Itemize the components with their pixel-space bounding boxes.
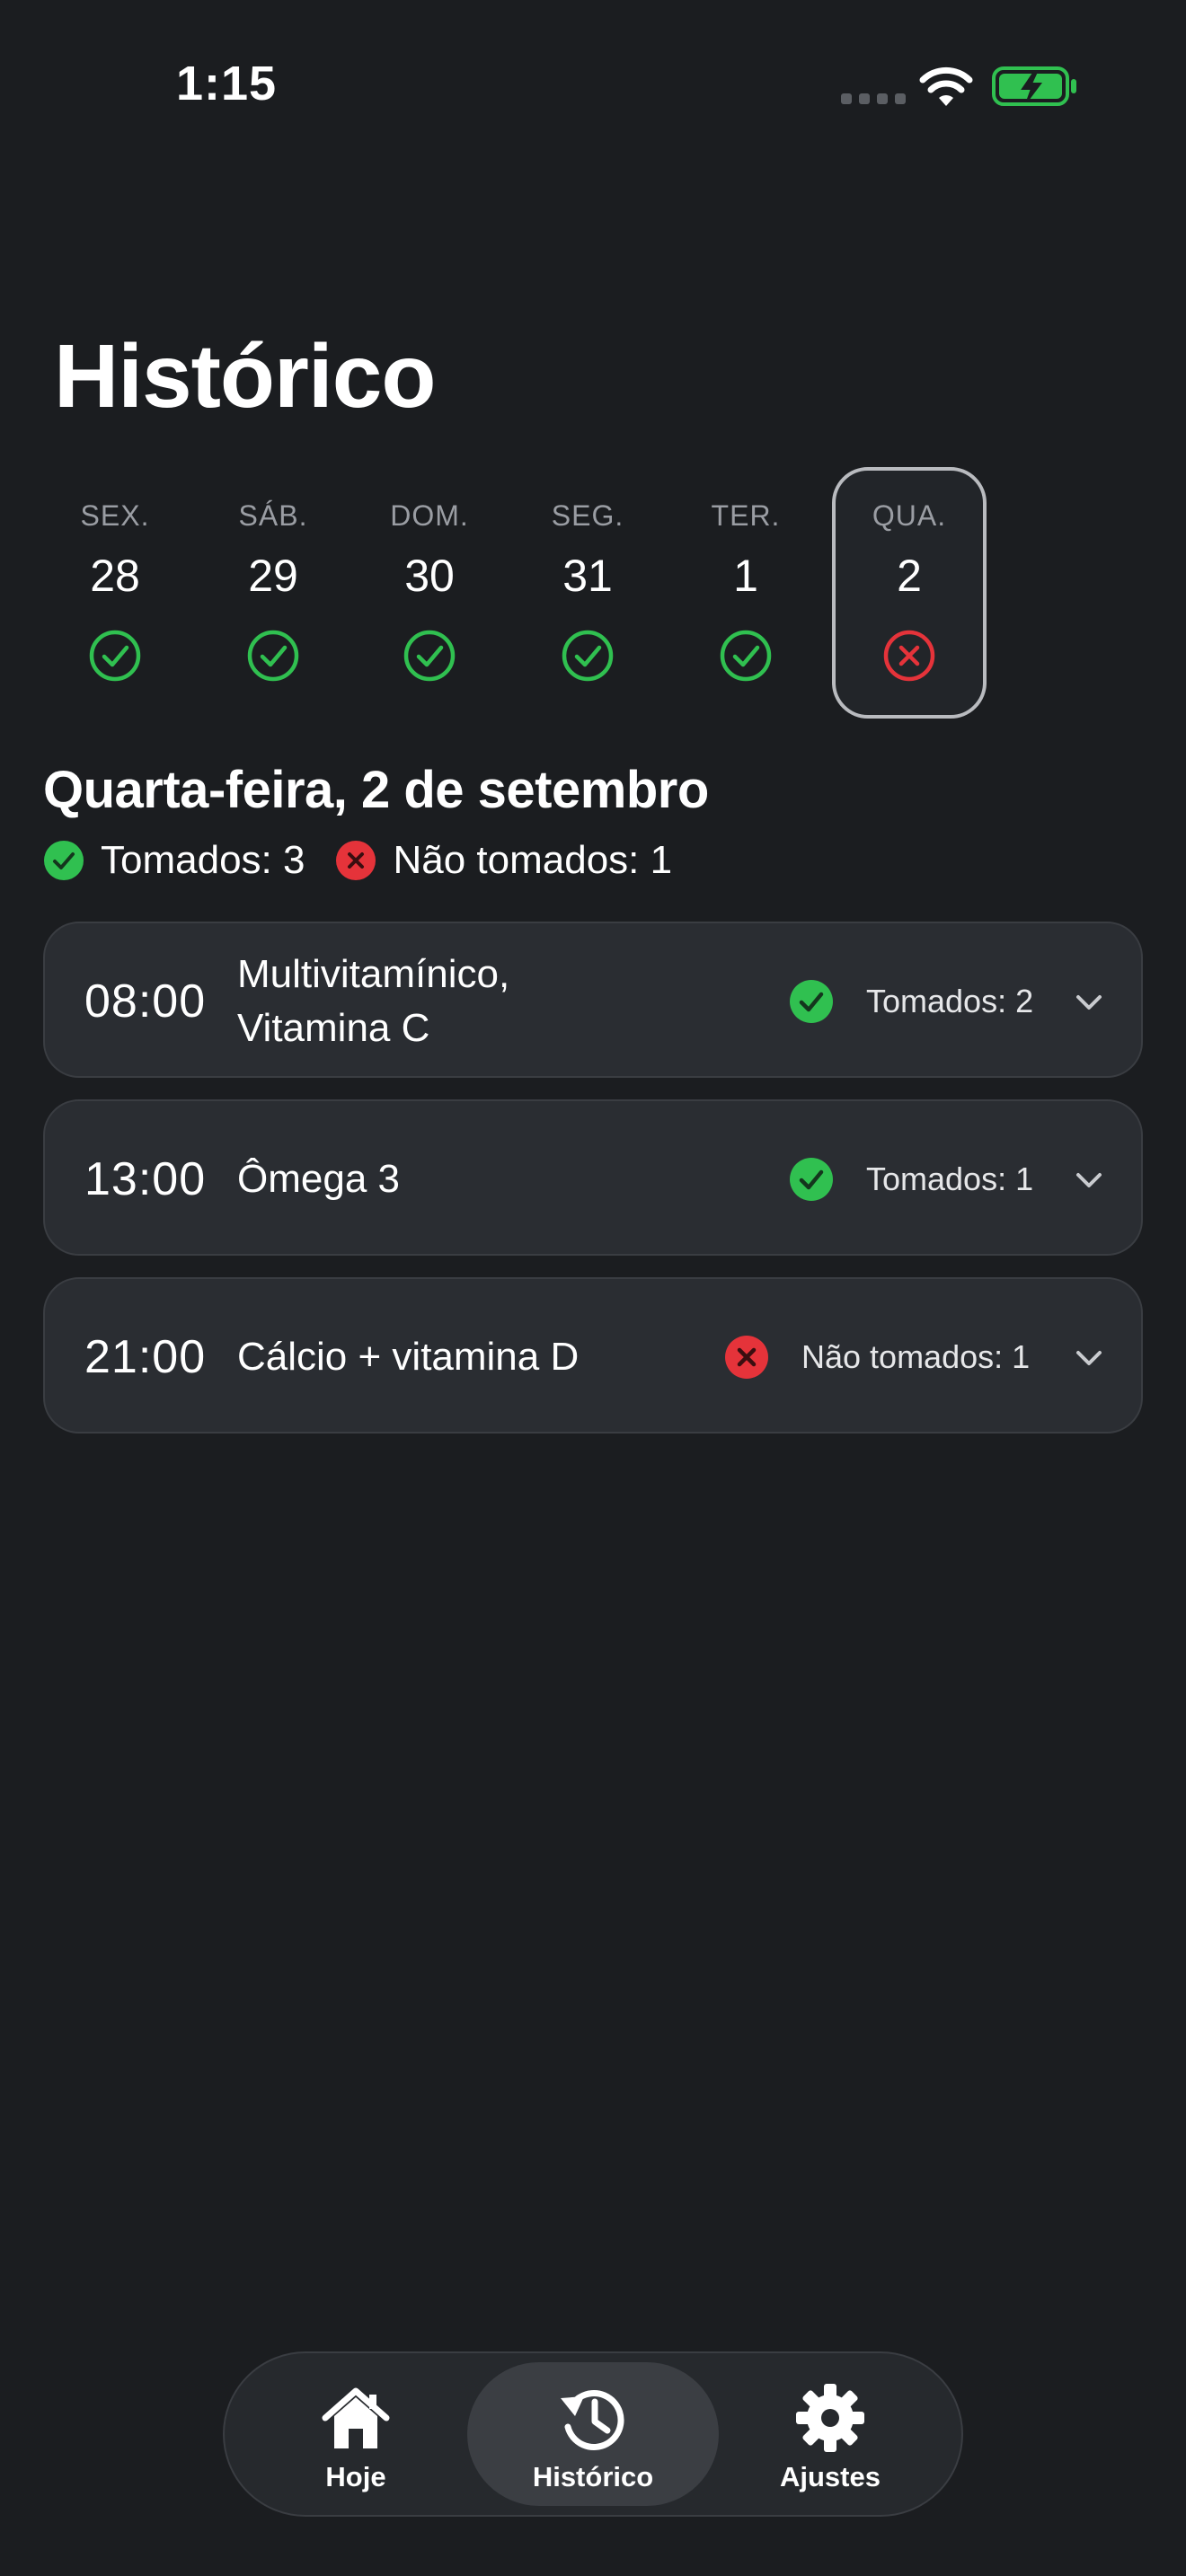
day-sat-29[interactable]: SÁB. 29 bbox=[196, 467, 350, 719]
day-number: 29 bbox=[248, 551, 298, 601]
check-circle-icon bbox=[247, 630, 299, 682]
page-title: Histórico bbox=[54, 326, 436, 427]
history-icon bbox=[561, 2390, 624, 2450]
day-number: 28 bbox=[90, 551, 140, 601]
dose-medications: Cálcio + vitamina D bbox=[237, 1335, 580, 1379]
chevron-down-icon[interactable] bbox=[1073, 1342, 1105, 1374]
check-filled-icon bbox=[790, 1158, 833, 1201]
tab-hoje[interactable]: Hoje bbox=[230, 2362, 482, 2506]
dose-time: 21:00 bbox=[84, 1331, 207, 1383]
dose-card-1300[interactable]: 13:00 Ômega 3 Tomados: 1 bbox=[43, 1099, 1143, 1256]
dose-time: 08:00 bbox=[84, 975, 207, 1028]
gear-icon bbox=[796, 2384, 864, 2452]
check-filled-icon bbox=[790, 980, 833, 1023]
day-name: DOM. bbox=[390, 499, 469, 532]
x-filled-icon bbox=[725, 1336, 768, 1379]
day-number: 1 bbox=[733, 551, 758, 601]
tab-label: Ajustes bbox=[780, 2461, 881, 2492]
dose-card-2100[interactable]: 21:00 Cálcio + vitamina D Não tomados: 1 bbox=[43, 1277, 1143, 1434]
check-filled-icon bbox=[44, 841, 84, 880]
day-fri-28[interactable]: SEX. 28 bbox=[38, 467, 192, 719]
day-wed-2-selected[interactable]: QUA. 2 bbox=[832, 467, 987, 719]
day-name: SEG. bbox=[551, 499, 624, 532]
dose-status-label: Tomados: 2 bbox=[866, 983, 1034, 1019]
day-summary: Tomados: 3 Não tomados: 1 bbox=[43, 834, 703, 887]
day-sun-30[interactable]: DOM. 30 bbox=[352, 467, 507, 719]
dose-time: 13:00 bbox=[84, 1153, 207, 1205]
tab-label: Histórico bbox=[532, 2461, 654, 2492]
check-circle-icon bbox=[562, 630, 614, 682]
tab-label: Hoje bbox=[325, 2461, 386, 2492]
week-strip: SEX. 28 SÁB. 29 DOM. 30 SEG. 31 TER. 1 Q… bbox=[38, 467, 1026, 719]
tab-ajustes[interactable]: Ajustes bbox=[704, 2362, 956, 2506]
day-name: SEX. bbox=[80, 499, 150, 532]
taken-count: Tomados: 3 bbox=[101, 838, 305, 882]
day-name: TER. bbox=[711, 499, 781, 532]
check-circle-icon bbox=[403, 630, 456, 682]
x-circle-icon bbox=[883, 630, 935, 682]
chevron-down-icon[interactable] bbox=[1073, 1164, 1105, 1196]
day-number: 30 bbox=[404, 551, 455, 601]
day-name: QUA. bbox=[872, 499, 947, 532]
home-icon bbox=[322, 2387, 390, 2448]
day-mon-31[interactable]: SEG. 31 bbox=[510, 467, 665, 719]
chevron-down-icon[interactable] bbox=[1073, 986, 1105, 1019]
check-circle-icon bbox=[720, 630, 772, 682]
taken-summary: Tomados: 3 bbox=[43, 838, 305, 883]
wifi-icon bbox=[919, 66, 973, 106]
status-time: 1:15 bbox=[176, 57, 278, 110]
day-number: 2 bbox=[897, 551, 922, 601]
dose-medications: Multivitamínico, Vitamina C bbox=[237, 952, 510, 1050]
cellular-signal-icon bbox=[841, 93, 906, 104]
dose-card-0800[interactable]: 08:00 Multivitamínico, Vitamina C Tomado… bbox=[43, 922, 1143, 1078]
battery-charging-icon bbox=[992, 66, 1076, 106]
day-number: 31 bbox=[562, 551, 613, 601]
day-tue-1[interactable]: TER. 1 bbox=[668, 467, 823, 719]
dose-medications: Ômega 3 bbox=[237, 1157, 400, 1201]
missed-summary: Não tomados: 1 bbox=[335, 838, 672, 883]
selected-date-title: Quarta-feira, 2 de setembro bbox=[43, 761, 709, 819]
dose-status-label: Tomados: 1 bbox=[866, 1160, 1034, 1197]
day-name: SÁB. bbox=[238, 499, 308, 532]
x-filled-icon bbox=[336, 841, 376, 880]
tab-bar: Hoje Histórico Ajustes bbox=[223, 2351, 963, 2517]
check-circle-icon bbox=[89, 630, 141, 682]
missed-count: Não tomados: 1 bbox=[393, 838, 673, 882]
dose-status-label: Não tomados: 1 bbox=[801, 1338, 1031, 1375]
history-screen: 1:15 Histórico SEX. 28 SÁB. 29 DOM. 30 S… bbox=[0, 0, 1186, 2576]
tab-historico[interactable]: Histórico bbox=[467, 2362, 719, 2506]
